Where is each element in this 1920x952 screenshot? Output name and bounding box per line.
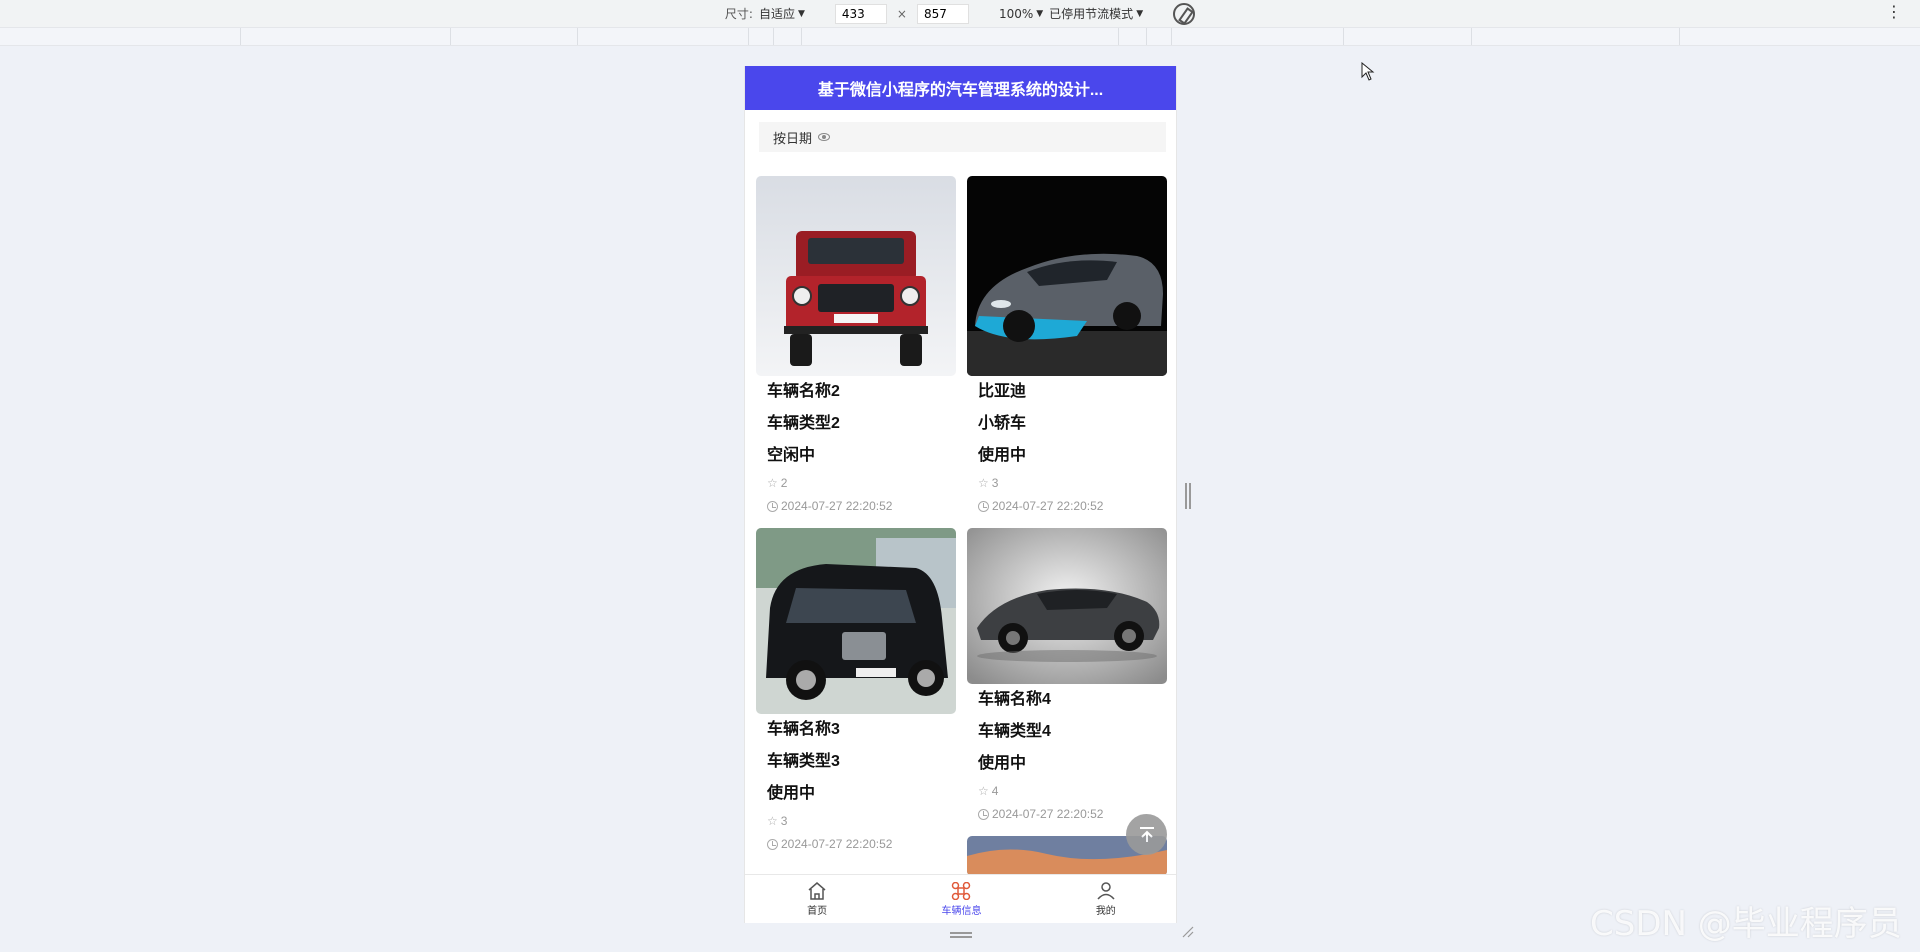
star-icon: ☆ xyxy=(767,476,778,490)
ruler-tick xyxy=(240,28,241,45)
vehicle-image xyxy=(756,528,956,714)
date-row: 2024-07-27 22:20:52 xyxy=(756,495,956,518)
ruler-tick xyxy=(773,28,774,45)
device-size-group: 尺寸: 自适应▼ × 100%▼ 已停用节流模式▼ xyxy=(724,2,1196,25)
ruler-tick xyxy=(1471,28,1472,45)
vehicle-image xyxy=(756,176,956,376)
date-text: 2024-07-27 22:20:52 xyxy=(781,499,893,513)
throttle-dropdown[interactable]: 已停用节流模式 ▼ xyxy=(1049,5,1143,22)
zoom-value: 100% xyxy=(998,6,1034,21)
clock-icon xyxy=(767,839,778,850)
chevron-down-icon: ▼ xyxy=(1036,8,1044,19)
mouse-cursor-icon xyxy=(1361,62,1375,81)
bottom-tab-bar: 首页 车辆信息 我的 xyxy=(745,874,1176,923)
app-header: 基于微信小程序的汽车管理系统的设计... xyxy=(745,66,1176,110)
likes-row: ☆ 4 xyxy=(967,780,1167,803)
height-input[interactable] xyxy=(916,3,969,24)
vehicle-name: 车辆名称4 xyxy=(978,691,1051,708)
vehicle-name: 车辆名称2 xyxy=(767,383,840,400)
vehicle-card[interactable]: 比亚迪 小轿车 使用中 ☆ 3 2024-07-27 22:20:52 xyxy=(967,176,1167,518)
ruler-tick xyxy=(1146,28,1147,45)
times-sign: × xyxy=(896,6,907,21)
likes-count: 3 xyxy=(991,476,999,490)
star-icon: ☆ xyxy=(978,476,989,490)
vehicle-status: 使用中 xyxy=(978,755,1027,772)
ruler-tick xyxy=(577,28,578,45)
page-title: 基于微信小程序的汽车管理系统的设计... xyxy=(817,82,1104,99)
likes-row: ☆ 3 xyxy=(967,472,1167,495)
vehicle-status: 空闲中 xyxy=(767,447,816,464)
vehicle-type: 小轿车 xyxy=(978,415,1027,432)
tab-label: 我的 xyxy=(1095,905,1116,917)
vehicle-name: 比亚迪 xyxy=(978,383,1027,400)
likes-count: 4 xyxy=(991,784,999,798)
tab-mine[interactable]: 我的 xyxy=(1034,875,1176,923)
clock-icon xyxy=(978,809,989,820)
throttle-value: 已停用节流模式 xyxy=(1049,7,1134,21)
likes-count: 2 xyxy=(780,476,788,490)
chevron-down-icon: ▼ xyxy=(1136,8,1144,19)
command-icon xyxy=(952,881,971,900)
star-icon: ☆ xyxy=(978,784,989,798)
size-mode-dropdown[interactable]: 自适应 ▼ xyxy=(759,5,805,22)
ruler-tick xyxy=(748,28,749,45)
vehicle-card[interactable]: 车辆名称3 车辆类型3 使用中 ☆ 3 2024-07-27 22:20:52 xyxy=(756,528,956,856)
date-text: 2024-07-27 22:20:52 xyxy=(992,499,1104,513)
more-options-icon[interactable]: ⋮ xyxy=(1886,4,1902,20)
media-query-ruler xyxy=(0,27,1920,46)
ruler-tick xyxy=(1679,28,1680,45)
size-label: 尺寸: xyxy=(724,7,753,21)
vehicle-type: 车辆类型4 xyxy=(978,723,1051,740)
tab-home[interactable]: 首页 xyxy=(745,875,889,923)
vehicle-card[interactable]: 车辆名称4 车辆类型4 使用中 ☆ 4 2024-07-27 22:20:52 xyxy=(967,528,1167,826)
resize-handle-right[interactable] xyxy=(1185,483,1191,509)
vehicle-status: 使用中 xyxy=(767,785,816,802)
eye-icon xyxy=(818,133,831,141)
likes-row: ☆ 3 xyxy=(756,810,956,833)
vehicle-type: 车辆类型2 xyxy=(767,415,840,432)
ruler-tick xyxy=(1171,28,1172,45)
likes-row: ☆ 2 xyxy=(756,472,956,495)
chevron-down-icon: ▼ xyxy=(797,8,805,19)
vehicle-status: 使用中 xyxy=(978,447,1027,464)
clock-icon xyxy=(978,501,989,512)
ruler-tick xyxy=(450,28,451,45)
date-row: 2024-07-27 22:20:52 xyxy=(967,495,1167,518)
tab-label: 车辆信息 xyxy=(941,905,982,917)
sort-by-date-button[interactable]: 按日期 xyxy=(759,122,1166,152)
devtools-toolbar: 尺寸: 自适应▼ × 100%▼ 已停用节流模式▼ ⋮ xyxy=(0,0,1920,27)
rotate-icon[interactable] xyxy=(1173,2,1196,25)
date-row: 2024-07-27 22:20:52 xyxy=(756,833,956,856)
likes-count: 3 xyxy=(780,814,788,828)
home-icon xyxy=(808,881,826,900)
phone-viewport: 基于微信小程序的汽车管理系统的设计... 按日期 车辆名称2 车辆类型2 空闲中… xyxy=(744,66,1177,923)
vehicle-image xyxy=(967,528,1167,684)
star-icon: ☆ xyxy=(767,814,778,828)
zoom-dropdown[interactable]: 100% ▼ xyxy=(999,7,1043,21)
vehicle-name: 车辆名称3 xyxy=(767,721,840,738)
watermark: CSDN @毕业程序员 xyxy=(1590,904,1902,944)
clock-icon xyxy=(767,501,778,512)
back-to-top-button[interactable] xyxy=(1126,814,1167,855)
width-input[interactable] xyxy=(834,3,887,24)
date-text: 2024-07-27 22:20:52 xyxy=(992,807,1104,821)
resize-handle-bottom[interactable] xyxy=(950,932,972,938)
grid-column-right: 比亚迪 小轿车 使用中 ☆ 3 2024-07-27 22:20:52 车辆名称… xyxy=(967,176,1167,886)
arrow-up-icon xyxy=(1139,826,1154,842)
resize-handle-corner[interactable] xyxy=(1182,926,1194,938)
grid-column-left: 车辆名称2 车辆类型2 空闲中 ☆2 2024-07-27 22:20:52 xyxy=(756,176,956,866)
tab-label: 首页 xyxy=(807,905,828,917)
ruler-tick xyxy=(1118,28,1119,45)
user-icon xyxy=(1097,881,1115,900)
sort-label: 按日期 xyxy=(773,130,813,146)
ruler-tick xyxy=(801,28,802,45)
size-mode-value: 自适应 xyxy=(758,7,795,21)
tab-vehicles[interactable]: 车辆信息 xyxy=(889,875,1033,923)
date-text: 2024-07-27 22:20:52 xyxy=(781,837,893,851)
ruler-tick xyxy=(1343,28,1344,45)
vehicle-card[interactable]: 车辆名称2 车辆类型2 空闲中 ☆ 2 2024-07-27 22:20:52 xyxy=(756,176,956,518)
vehicle-type: 车辆类型3 xyxy=(767,753,840,770)
vehicle-image xyxy=(967,176,1167,376)
